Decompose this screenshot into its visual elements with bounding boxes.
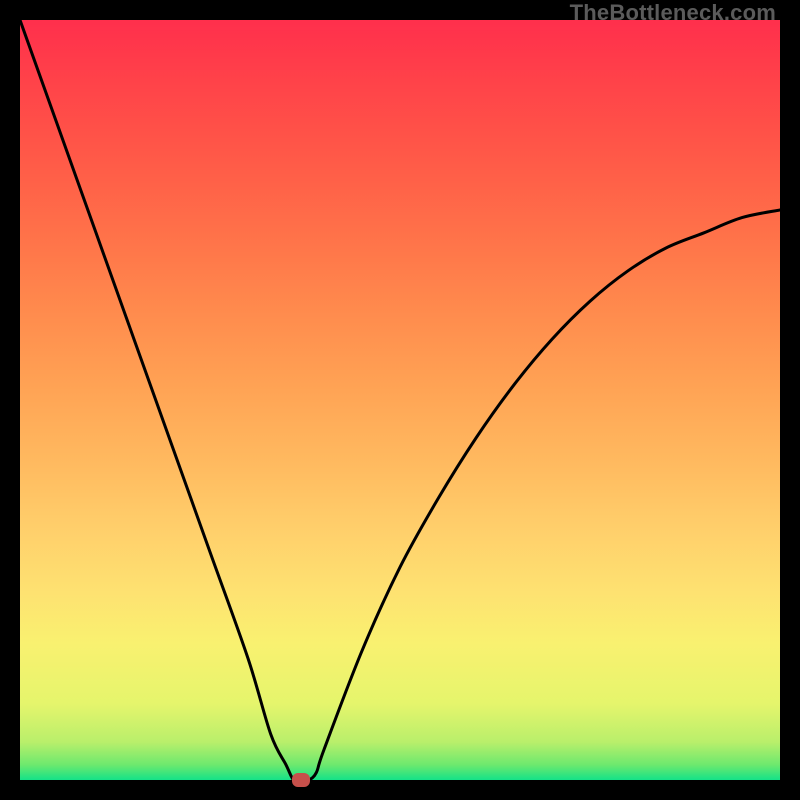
chart-stage: TheBottleneck.com [0,0,800,800]
curve-svg [20,20,780,780]
bottleneck-curve-path [20,20,780,780]
plot-area [20,20,780,780]
minimum-marker [292,773,310,787]
